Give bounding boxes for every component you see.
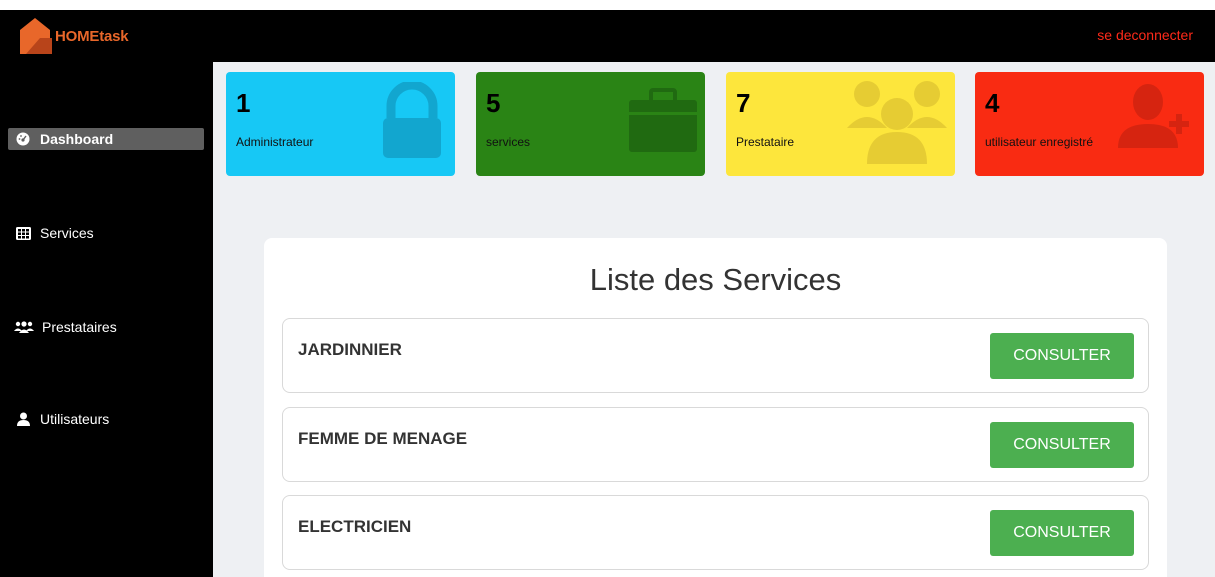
sidebar-item-label: Services [40, 225, 94, 241]
stat-label: Administrateur [236, 135, 314, 149]
sidebar-item-label: Utilisateurs [40, 411, 110, 427]
house-logo-icon [20, 18, 52, 54]
stat-card-services[interactable]: 5 services [476, 72, 705, 176]
user-icon [14, 412, 32, 426]
stat-value: 7 [736, 88, 751, 118]
sidebar-item-services[interactable]: Services [8, 222, 204, 244]
user-plus-icon [1118, 84, 1189, 148]
service-name: ELECTRICIEN [298, 517, 412, 536]
logo-text: HOMEtask [55, 28, 129, 45]
sidebar-item-label: Prestataires [42, 319, 117, 335]
consult-button[interactable]: CONSULTER [990, 510, 1134, 556]
users-group-icon [14, 320, 34, 334]
service-row: ELECTRICIEN CONSULTER [282, 495, 1149, 570]
stat-label: utilisateur enregistré [985, 135, 1094, 149]
service-row: FEMME DE MENAGE CONSULTER [282, 407, 1149, 482]
stat-card-administrateur[interactable]: 1 Administrateur [226, 72, 455, 176]
stat-value: 5 [486, 88, 501, 118]
sidebar-item-prestataires[interactable]: Prestataires [8, 316, 204, 338]
lock-icon [383, 82, 441, 158]
service-name: FEMME DE MENAGE [298, 429, 468, 448]
consult-button[interactable]: CONSULTER [990, 422, 1134, 468]
sidebar-item-label: Dashboard [40, 131, 114, 147]
grid-table-icon [14, 226, 32, 240]
stat-label: services [486, 135, 531, 149]
dashboard-gauge-icon [14, 132, 32, 146]
stat-card-prestataire[interactable]: 7 Prestataire [726, 72, 955, 176]
services-panel: Liste des Services JARDINNIER CONSULTER … [264, 238, 1167, 577]
sidebar: Dashboard Services Prestataires Utilisat… [0, 62, 213, 577]
logout-link[interactable]: se deconnecter [1097, 27, 1193, 43]
service-name: JARDINNIER [298, 340, 402, 359]
users-group-icon [847, 81, 947, 164]
top-bar: HOMEtask se deconnecter [0, 10, 1215, 62]
panel-title: Liste des Services [589, 262, 842, 297]
service-row: JARDINNIER CONSULTER [282, 318, 1149, 393]
toolbox-icon [629, 88, 697, 152]
stat-value: 4 [985, 88, 1000, 118]
app-logo[interactable]: HOMEtask [18, 16, 129, 56]
stat-card-utilisateur-enregistre[interactable]: 4 utilisateur enregistré [975, 72, 1204, 176]
stat-label: Prestataire [736, 135, 795, 149]
sidebar-item-utilisateurs[interactable]: Utilisateurs [8, 408, 204, 430]
stat-value: 1 [236, 88, 251, 118]
consult-button[interactable]: CONSULTER [990, 333, 1134, 379]
sidebar-item-dashboard[interactable]: Dashboard [8, 128, 204, 150]
main-content: 1 Administrateur 5 services 7 Prestatair… [213, 62, 1215, 577]
